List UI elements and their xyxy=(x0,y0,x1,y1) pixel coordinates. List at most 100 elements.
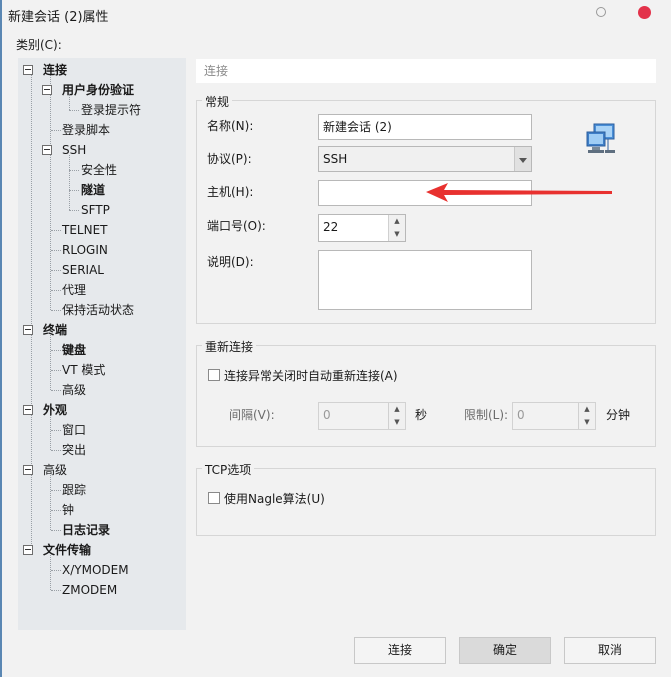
tree-guide-line xyxy=(50,555,51,590)
tree-expander-icon[interactable] xyxy=(42,145,52,155)
tree-guide-line xyxy=(51,490,61,491)
spin-up-icon[interactable]: ▲ xyxy=(579,403,595,416)
protocol-label: 协议(P): xyxy=(207,152,252,166)
network-computer-icon xyxy=(586,123,615,153)
category-label: 类别(C): xyxy=(16,38,62,52)
tree-guide-line xyxy=(51,310,61,311)
tree-item[interactable]: 隧道 xyxy=(81,181,105,199)
spin-down-icon[interactable]: ▼ xyxy=(389,228,405,241)
tree-guide-line xyxy=(51,450,61,451)
tree-expander-icon[interactable] xyxy=(42,85,52,95)
reconnect-group-title: 重新连接 xyxy=(202,338,257,355)
tree-item[interactable]: SFTP xyxy=(81,201,110,219)
tree-expander-icon[interactable] xyxy=(23,545,33,555)
port-spinner[interactable]: ▲ ▼ xyxy=(388,215,405,241)
tree-guide-line xyxy=(51,270,61,271)
tree-item[interactable]: 终端 xyxy=(43,321,67,339)
tcp-group-title: TCP选项 xyxy=(202,461,255,478)
tree-item[interactable]: 外观 xyxy=(43,401,67,419)
tree-guide-line xyxy=(31,70,32,550)
tree-guide-line xyxy=(51,250,61,251)
tree-item[interactable]: SERIAL xyxy=(62,261,104,279)
port-label: 端口号(O): xyxy=(207,219,266,233)
tree-item[interactable]: 登录提示符 xyxy=(81,101,141,119)
description-label: 说明(D): xyxy=(207,255,254,269)
name-input[interactable]: 新建会话 (2) xyxy=(318,114,532,140)
tree-item[interactable]: X/YMODEM xyxy=(62,561,129,579)
tree-expander-icon[interactable] xyxy=(23,405,33,415)
cancel-button[interactable]: 取消 xyxy=(564,637,656,664)
tree-expander-icon[interactable] xyxy=(23,65,33,75)
tree-guide-line xyxy=(69,110,79,111)
tree-item[interactable]: 代理 xyxy=(62,281,86,299)
tree-guide-line xyxy=(69,210,79,211)
connect-button[interactable]: 连接 xyxy=(354,637,446,664)
tree-item[interactable]: RLOGIN xyxy=(62,241,108,259)
tree-item[interactable]: 突出 xyxy=(62,441,86,459)
tree-item[interactable]: 窗口 xyxy=(62,421,86,439)
tree-guide-line xyxy=(51,230,61,231)
tree-item[interactable]: 跟踪 xyxy=(62,481,86,499)
close-button[interactable] xyxy=(638,6,651,19)
tree-guide-line xyxy=(51,290,61,291)
interval-spinner[interactable]: ▲ ▼ xyxy=(388,403,405,429)
tree-item[interactable]: ZMODEM xyxy=(62,581,117,599)
reconnect-group: 重新连接 xyxy=(196,338,656,447)
spin-up-icon[interactable]: ▲ xyxy=(389,215,405,228)
tree-item[interactable]: 高级 xyxy=(43,461,67,479)
seconds-label: 秒 xyxy=(415,408,428,422)
tree-guide-line xyxy=(51,390,61,391)
port-value: 22 xyxy=(323,220,339,234)
port-stepper[interactable]: 22 ▲ ▼ xyxy=(318,214,406,242)
protocol-value: SSH xyxy=(323,152,348,166)
tree-guide-line xyxy=(50,415,51,450)
tree-guide-line xyxy=(51,430,61,431)
auto-reconnect-label[interactable]: 连接异常关闭时自动重新连接(A) xyxy=(224,367,398,384)
description-textarea[interactable] xyxy=(318,250,532,310)
tree-guide-line xyxy=(51,590,61,591)
tree-guide-line xyxy=(51,350,61,351)
tree-item[interactable]: VT 模式 xyxy=(62,361,105,379)
category-tree[interactable]: 连接用户身份验证登录提示符登录脚本 SSH 安全性隧道 SFTP TELNET RLOGI… xyxy=(18,58,186,630)
tree-item[interactable]: TELNET xyxy=(62,221,108,239)
tree-guide-line xyxy=(51,570,61,571)
tree-item[interactable]: 安全性 xyxy=(81,161,117,179)
tree-guide-line xyxy=(51,510,61,511)
tree-guide-line xyxy=(50,75,51,310)
tree-expander-icon[interactable] xyxy=(23,465,33,475)
tree-item[interactable]: SSH xyxy=(62,141,86,159)
limit-label: 限制(L): xyxy=(464,408,509,422)
breadcrumb: 连接 xyxy=(196,59,656,83)
tree-item[interactable]: 用户身份验证 xyxy=(62,81,134,99)
auto-reconnect-checkbox[interactable] xyxy=(208,369,220,381)
nagle-checkbox[interactable] xyxy=(208,492,220,504)
interval-stepper[interactable]: 0 ▲ ▼ xyxy=(318,402,406,430)
minimize-button[interactable] xyxy=(596,7,606,17)
tree-expander-icon[interactable] xyxy=(23,325,33,335)
limit-spinner[interactable]: ▲ ▼ xyxy=(578,403,595,429)
tree-item[interactable]: 保持活动状态 xyxy=(62,301,134,319)
limit-stepper[interactable]: 0 ▲ ▼ xyxy=(512,402,596,430)
tree-item[interactable]: 高级 xyxy=(62,381,86,399)
title-bar: 新建会话 (2)属性 xyxy=(2,0,671,30)
limit-value: 0 xyxy=(517,408,525,422)
tree-item[interactable]: 键盘 xyxy=(62,341,86,359)
tree-item[interactable]: 登录脚本 xyxy=(62,121,110,139)
interval-label: 间隔(V): xyxy=(229,408,275,422)
nagle-label[interactable]: 使用Nagle算法(U) xyxy=(224,490,325,507)
spin-up-icon[interactable]: ▲ xyxy=(389,403,405,416)
chevron-down-icon[interactable] xyxy=(514,147,531,171)
tree-item[interactable]: 钟 xyxy=(62,501,74,519)
host-label: 主机(H): xyxy=(207,185,254,199)
spin-down-icon[interactable]: ▼ xyxy=(579,416,595,429)
window-title: 新建会话 (2)属性 xyxy=(8,10,109,25)
tree-item[interactable]: 文件传输 xyxy=(43,541,91,559)
tree-item[interactable]: 日志记录 xyxy=(62,521,110,539)
ok-button[interactable]: 确定 xyxy=(459,637,551,664)
spin-down-icon[interactable]: ▼ xyxy=(389,416,405,429)
general-group-title: 常规 xyxy=(202,93,233,110)
interval-value: 0 xyxy=(323,408,331,422)
tree-item[interactable]: 连接 xyxy=(43,61,67,79)
tree-guide-line xyxy=(50,335,51,390)
protocol-select[interactable]: SSH xyxy=(318,146,532,172)
